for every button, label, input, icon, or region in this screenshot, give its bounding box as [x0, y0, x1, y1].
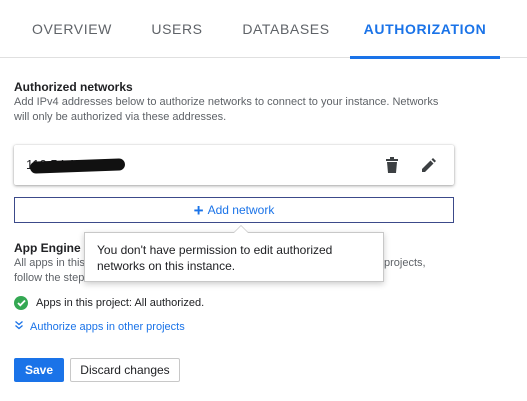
tab-databases[interactable]: DATABASES [226, 0, 346, 58]
discard-changes-button[interactable]: Discard changes [70, 358, 180, 382]
app-engine-desc-line1-right: projects, [384, 257, 426, 269]
tab-users[interactable]: USERS [134, 0, 220, 58]
authorized-networks-title: Authorized networks [14, 80, 133, 94]
app-engine-status-text: Apps in this project: All authorized. [36, 297, 205, 309]
tab-authorization[interactable]: AUTHORIZATION [350, 0, 500, 59]
redaction-mark [29, 158, 126, 174]
pencil-icon[interactable] [419, 155, 439, 175]
authorized-networks-description: Add IPv4 addresses below to authorize ne… [14, 96, 439, 123]
authorize-other-projects-toggle[interactable]: Authorize apps in other projects [14, 320, 185, 333]
tab-bar: OVERVIEW USERS DATABASES AUTHORIZATION [0, 0, 527, 59]
permission-tooltip: You don't have permission to edit author… [84, 225, 384, 282]
save-button[interactable]: Save [14, 358, 64, 382]
trash-icon[interactable] [382, 155, 402, 175]
app-engine-desc-line1: All apps in this [14, 257, 85, 269]
authorize-other-projects-label: Authorize apps in other projects [30, 320, 185, 333]
tab-overview[interactable]: OVERVIEW [14, 0, 130, 58]
app-engine-desc-line2: follow the step [14, 272, 85, 284]
network-entry-card: 110.54.174.00 [14, 145, 454, 185]
check-circle-icon [14, 296, 28, 310]
app-engine-status: Apps in this project: All authorized. [14, 296, 204, 310]
plus-icon: + [193, 200, 204, 220]
add-network-label: Add network [207, 203, 275, 217]
add-network-button[interactable]: + Add network [14, 197, 454, 223]
chevron-double-down-icon [14, 320, 24, 333]
